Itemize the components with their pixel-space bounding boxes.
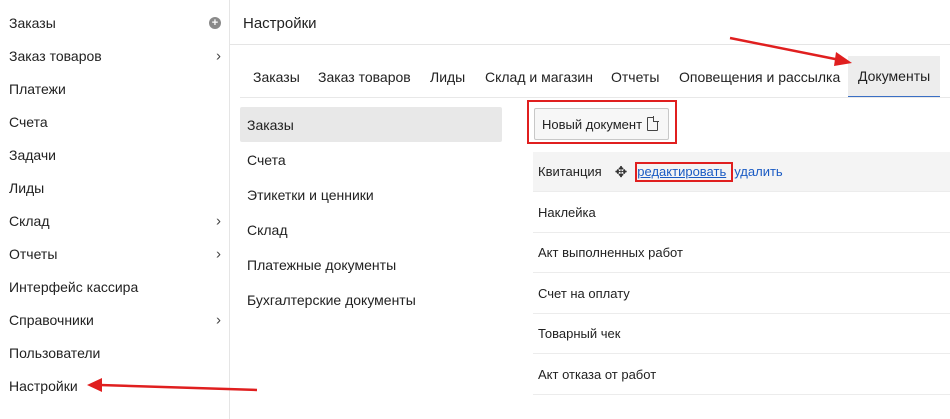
sidebar-item-goods-order[interactable]: Заказ товаров › xyxy=(0,39,229,72)
tab-leads[interactable]: Лиды xyxy=(430,56,465,98)
sidebar-item-cashier[interactable]: Интерфейс кассира xyxy=(0,270,229,303)
sidebar-item-label: Настройки xyxy=(9,377,78,394)
category-orders[interactable]: Заказы xyxy=(240,107,502,142)
category-warehouse[interactable]: Склад xyxy=(240,212,502,247)
sidebar-item-label: Платежи xyxy=(9,80,66,97)
category-payment-docs[interactable]: Платежные документы xyxy=(240,247,502,282)
sidebar-item-label: Склад xyxy=(9,212,50,229)
sidebar-item-invoices[interactable]: Счета xyxy=(0,105,229,138)
document-name: Товарный чек xyxy=(538,326,621,341)
page-title: Настройки xyxy=(243,15,317,32)
sidebar-item-payments[interactable]: Платежи xyxy=(0,72,229,105)
document-row[interactable]: Товарный чек xyxy=(533,314,950,354)
sidebar-item-label: Отчеты xyxy=(9,245,58,262)
sidebar-item-users[interactable]: Пользователи xyxy=(0,336,229,369)
document-name: Акт выполненных работ xyxy=(538,245,683,260)
tabs-divider xyxy=(240,97,950,98)
document-name: Наклейка xyxy=(538,205,596,220)
sidebar-item-label: Интерфейс кассира xyxy=(9,278,139,295)
sidebar-item-label: Счета xyxy=(9,113,48,130)
sidebar-item-reports[interactable]: Отчеты › xyxy=(0,237,229,270)
tab-goods-order[interactable]: Заказ товаров xyxy=(318,56,411,98)
sidebar-item-label: Справочники xyxy=(9,311,94,328)
sidebar-item-orders[interactable]: Заказы + xyxy=(0,6,229,39)
document-row: Квитанция ✥ редактировать удалить xyxy=(533,152,950,192)
category-invoices[interactable]: Счета xyxy=(240,142,502,177)
sidebar-item-references[interactable]: Справочники › xyxy=(0,303,229,336)
sidebar-item-label: Задачи xyxy=(9,146,57,163)
new-document-label: Новый документ xyxy=(542,116,643,132)
document-row[interactable]: Наклейка xyxy=(533,193,950,233)
sidebar-item-label: Лиды xyxy=(9,179,45,196)
sidebar-item-settings[interactable]: Настройки xyxy=(0,369,229,402)
sidebar-item-label: Пользователи xyxy=(9,344,101,361)
tab-notifications[interactable]: Оповещения и рассылка xyxy=(679,56,840,98)
sidebar-item-tasks[interactable]: Задачи xyxy=(0,138,229,171)
document-row[interactable]: Акт отказа от работ xyxy=(533,355,950,395)
sidebar-item-leads[interactable]: Лиды xyxy=(0,171,229,204)
sidebar-item-warehouse[interactable]: Склад › xyxy=(0,204,229,237)
document-name: Квитанция xyxy=(538,164,602,179)
chevron-right-icon: › xyxy=(216,245,221,262)
chevron-right-icon: › xyxy=(216,47,221,64)
add-order-icon[interactable]: + xyxy=(209,16,221,29)
page-header: Настройки xyxy=(230,0,950,45)
file-icon xyxy=(647,116,659,131)
chevron-right-icon: › xyxy=(216,311,221,328)
settings-tabs: Заказы Заказ товаров Лиды Склад и магази… xyxy=(230,56,950,98)
sidebar-item-label: Заказ товаров xyxy=(9,47,102,64)
chevron-right-icon: › xyxy=(216,212,221,229)
delete-document-link[interactable]: удалить xyxy=(734,164,782,179)
move-icon[interactable]: ✥ xyxy=(615,163,628,181)
document-name: Акт отказа от работ xyxy=(538,367,657,382)
edit-document-link[interactable]: редактировать xyxy=(637,164,726,179)
category-labels[interactable]: Этикетки и ценники xyxy=(240,177,502,212)
tab-reports[interactable]: Отчеты xyxy=(611,56,659,98)
document-row[interactable]: Акт выполненных работ xyxy=(533,233,950,273)
tab-warehouse-shop[interactable]: Склад и магазин xyxy=(485,56,593,98)
document-row[interactable]: Счет на оплату xyxy=(533,274,950,314)
sidebar-item-label: Заказы xyxy=(9,14,56,31)
tab-documents[interactable]: Документы xyxy=(848,56,940,98)
sidebar: Заказы + Заказ товаров › Платежи Счета З… xyxy=(0,0,230,419)
tab-orders[interactable]: Заказы xyxy=(253,56,300,98)
new-document-button[interactable]: Новый документ xyxy=(534,108,669,140)
document-name: Счет на оплату xyxy=(538,286,630,301)
category-accounting-docs[interactable]: Бухгалтерские документы xyxy=(240,282,502,317)
